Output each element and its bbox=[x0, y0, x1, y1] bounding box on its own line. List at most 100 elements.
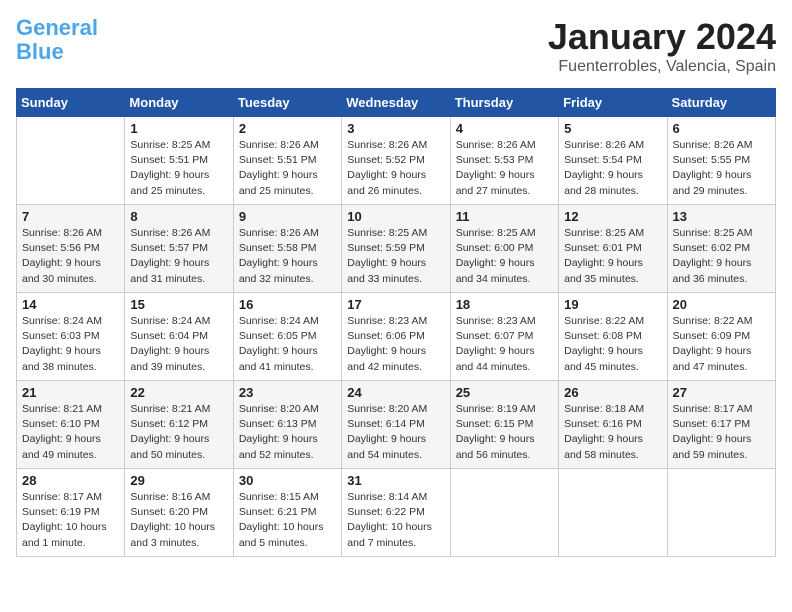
calendar-cell bbox=[450, 469, 558, 557]
calendar-week-row: 21Sunrise: 8:21 AM Sunset: 6:10 PM Dayli… bbox=[17, 381, 776, 469]
day-number: 17 bbox=[347, 297, 444, 312]
day-info: Sunrise: 8:26 AM Sunset: 5:53 PM Dayligh… bbox=[456, 138, 553, 199]
day-info: Sunrise: 8:22 AM Sunset: 6:09 PM Dayligh… bbox=[673, 314, 770, 375]
day-number: 8 bbox=[130, 209, 227, 224]
location: Fuenterrobles, Valencia, Spain bbox=[548, 58, 776, 76]
calendar-week-row: 14 Sunrise: 8:24 AM Sunset: 6:03 PM Dayli… bbox=[17, 293, 776, 381]
calendar-cell: 15 Sunrise: 8:24 AM Sunset: 6:04 PM Dayli… bbox=[125, 293, 233, 381]
day-number: 29 bbox=[130, 473, 227, 488]
calendar-cell: 2 Sunrise: 8:26 AM Sunset: 5:51 PM Daylig… bbox=[233, 117, 341, 205]
day-info: Sunrise: 8:26 AM Sunset: 5:55 PM Dayligh… bbox=[673, 138, 770, 199]
day-number: 31 bbox=[347, 473, 444, 488]
day-number: 25 bbox=[456, 385, 553, 400]
calendar-cell: 8 Sunrise: 8:26 AM Sunset: 5:57 PM Daylig… bbox=[125, 205, 233, 293]
day-number: 9 bbox=[239, 209, 336, 224]
day-number: 26 bbox=[564, 385, 661, 400]
day-info: Sunrise: 8:26 AM Sunset: 5:58 PM Dayligh… bbox=[239, 226, 336, 287]
day-info: Sunrise: 8:25 AM Sunset: 5:51 PM Dayligh… bbox=[130, 138, 227, 199]
calendar-cell: 25 Sunrise: 8:19 AM Sunset: 6:15 PM Dayli… bbox=[450, 381, 558, 469]
calendar-cell: 30 Sunrise: 8:15 AM Sunset: 6:21 PM Dayli… bbox=[233, 469, 341, 557]
day-number: 28 bbox=[22, 473, 119, 488]
day-of-week-header: Sunday bbox=[17, 89, 125, 117]
day-info: Sunrise: 8:20 AM Sunset: 6:14 PM Dayligh… bbox=[347, 402, 444, 463]
day-of-week-header: Thursday bbox=[450, 89, 558, 117]
day-number: 27 bbox=[673, 385, 770, 400]
day-info: Sunrise: 8:24 AM Sunset: 6:04 PM Dayligh… bbox=[130, 314, 227, 375]
calendar-cell: 11 Sunrise: 8:25 AM Sunset: 6:00 PM Dayli… bbox=[450, 205, 558, 293]
calendar-cell: 29 Sunrise: 8:16 AM Sunset: 6:20 PM Dayli… bbox=[125, 469, 233, 557]
day-of-week-header: Saturday bbox=[667, 89, 775, 117]
day-number: 2 bbox=[239, 121, 336, 136]
calendar-cell: 20 Sunrise: 8:22 AM Sunset: 6:09 PM Dayli… bbox=[667, 293, 775, 381]
calendar-cell: 28 Sunrise: 8:17 AM Sunset: 6:19 PM Dayli… bbox=[17, 469, 125, 557]
day-number: 19 bbox=[564, 297, 661, 312]
calendar-cell: 14 Sunrise: 8:24 AM Sunset: 6:03 PM Dayli… bbox=[17, 293, 125, 381]
calendar-cell: 16Sunrise: 8:24 AM Sunset: 6:05 PM Dayli… bbox=[233, 293, 341, 381]
calendar-cell: 22 Sunrise: 8:21 AM Sunset: 6:12 PM Dayli… bbox=[125, 381, 233, 469]
calendar-week-row: 1 Sunrise: 8:25 AM Sunset: 5:51 PM Daylig… bbox=[17, 117, 776, 205]
calendar-week-row: 7 Sunrise: 8:26 AM Sunset: 5:56 PM Daylig… bbox=[17, 205, 776, 293]
day-number: 10 bbox=[347, 209, 444, 224]
day-number: 11 bbox=[456, 209, 553, 224]
day-number: 3 bbox=[347, 121, 444, 136]
day-number: 30 bbox=[239, 473, 336, 488]
day-info: Sunrise: 8:17 AM Sunset: 6:19 PM Dayligh… bbox=[22, 490, 119, 551]
day-info: Sunrise: 8:14 AM Sunset: 6:22 PM Dayligh… bbox=[347, 490, 444, 551]
calendar-cell: 17 Sunrise: 8:23 AM Sunset: 6:06 PM Dayli… bbox=[342, 293, 450, 381]
day-number: 14 bbox=[22, 297, 119, 312]
day-of-week-header: Monday bbox=[125, 89, 233, 117]
calendar-cell: 10 Sunrise: 8:25 AM Sunset: 5:59 PM Dayli… bbox=[342, 205, 450, 293]
day-number: 5 bbox=[564, 121, 661, 136]
day-number: 6 bbox=[673, 121, 770, 136]
day-of-week-header: Friday bbox=[559, 89, 667, 117]
day-number: 1 bbox=[130, 121, 227, 136]
logo: General Blue bbox=[16, 16, 98, 64]
day-number: 16 bbox=[239, 297, 336, 312]
calendar-cell: 9 Sunrise: 8:26 AM Sunset: 5:58 PM Daylig… bbox=[233, 205, 341, 293]
calendar-cell bbox=[559, 469, 667, 557]
calendar-cell: 1 Sunrise: 8:25 AM Sunset: 5:51 PM Daylig… bbox=[125, 117, 233, 205]
day-info: Sunrise: 8:19 AM Sunset: 6:15 PM Dayligh… bbox=[456, 402, 553, 463]
day-info: Sunrise: 8:20 AM Sunset: 6:13 PM Dayligh… bbox=[239, 402, 336, 463]
calendar-cell: 13Sunrise: 8:25 AM Sunset: 6:02 PM Dayli… bbox=[667, 205, 775, 293]
day-info: Sunrise: 8:26 AM Sunset: 5:56 PM Dayligh… bbox=[22, 226, 119, 287]
header: General Blue January 2024 Fuenterrobles,… bbox=[16, 16, 776, 76]
day-info: Sunrise: 8:26 AM Sunset: 5:54 PM Dayligh… bbox=[564, 138, 661, 199]
day-info: Sunrise: 8:23 AM Sunset: 6:06 PM Dayligh… bbox=[347, 314, 444, 375]
day-number: 20 bbox=[673, 297, 770, 312]
day-info: Sunrise: 8:16 AM Sunset: 6:20 PM Dayligh… bbox=[130, 490, 227, 551]
calendar-cell: 21Sunrise: 8:21 AM Sunset: 6:10 PM Dayli… bbox=[17, 381, 125, 469]
day-info: Sunrise: 8:26 AM Sunset: 5:51 PM Dayligh… bbox=[239, 138, 336, 199]
day-info: Sunrise: 8:25 AM Sunset: 6:01 PM Dayligh… bbox=[564, 226, 661, 287]
day-number: 23 bbox=[239, 385, 336, 400]
calendar-cell: 19 Sunrise: 8:22 AM Sunset: 6:08 PM Dayli… bbox=[559, 293, 667, 381]
day-number: 22 bbox=[130, 385, 227, 400]
calendar-table: SundayMondayTuesdayWednesdayThursdayFrid… bbox=[16, 88, 776, 557]
calendar-cell bbox=[17, 117, 125, 205]
day-number: 12 bbox=[564, 209, 661, 224]
day-info: Sunrise: 8:22 AM Sunset: 6:08 PM Dayligh… bbox=[564, 314, 661, 375]
calendar-cell: 18Sunrise: 8:23 AM Sunset: 6:07 PM Dayli… bbox=[450, 293, 558, 381]
day-info: Sunrise: 8:24 AM Sunset: 6:03 PM Dayligh… bbox=[22, 314, 119, 375]
day-number: 21 bbox=[22, 385, 119, 400]
calendar-header-row: SundayMondayTuesdayWednesdayThursdayFrid… bbox=[17, 89, 776, 117]
calendar-cell bbox=[667, 469, 775, 557]
calendar-cell: 31 Sunrise: 8:14 AM Sunset: 6:22 PM Dayli… bbox=[342, 469, 450, 557]
calendar-cell: 24Sunrise: 8:20 AM Sunset: 6:14 PM Dayli… bbox=[342, 381, 450, 469]
day-info: Sunrise: 8:26 AM Sunset: 5:57 PM Dayligh… bbox=[130, 226, 227, 287]
day-info: Sunrise: 8:23 AM Sunset: 6:07 PM Dayligh… bbox=[456, 314, 553, 375]
calendar-cell: 23 Sunrise: 8:20 AM Sunset: 6:13 PM Dayli… bbox=[233, 381, 341, 469]
calendar-cell: 6 Sunrise: 8:26 AM Sunset: 5:55 PM Daylig… bbox=[667, 117, 775, 205]
day-number: 15 bbox=[130, 297, 227, 312]
day-info: Sunrise: 8:25 AM Sunset: 5:59 PM Dayligh… bbox=[347, 226, 444, 287]
day-info: Sunrise: 8:25 AM Sunset: 6:00 PM Dayligh… bbox=[456, 226, 553, 287]
day-number: 7 bbox=[22, 209, 119, 224]
day-info: Sunrise: 8:15 AM Sunset: 6:21 PM Dayligh… bbox=[239, 490, 336, 551]
calendar-cell: 7 Sunrise: 8:26 AM Sunset: 5:56 PM Daylig… bbox=[17, 205, 125, 293]
day-info: Sunrise: 8:25 AM Sunset: 6:02 PM Dayligh… bbox=[673, 226, 770, 287]
calendar-cell: 3Sunrise: 8:26 AM Sunset: 5:52 PM Daylig… bbox=[342, 117, 450, 205]
day-info: Sunrise: 8:21 AM Sunset: 6:12 PM Dayligh… bbox=[130, 402, 227, 463]
day-number: 4 bbox=[456, 121, 553, 136]
day-info: Sunrise: 8:17 AM Sunset: 6:17 PM Dayligh… bbox=[673, 402, 770, 463]
logo-general: General bbox=[16, 15, 98, 40]
